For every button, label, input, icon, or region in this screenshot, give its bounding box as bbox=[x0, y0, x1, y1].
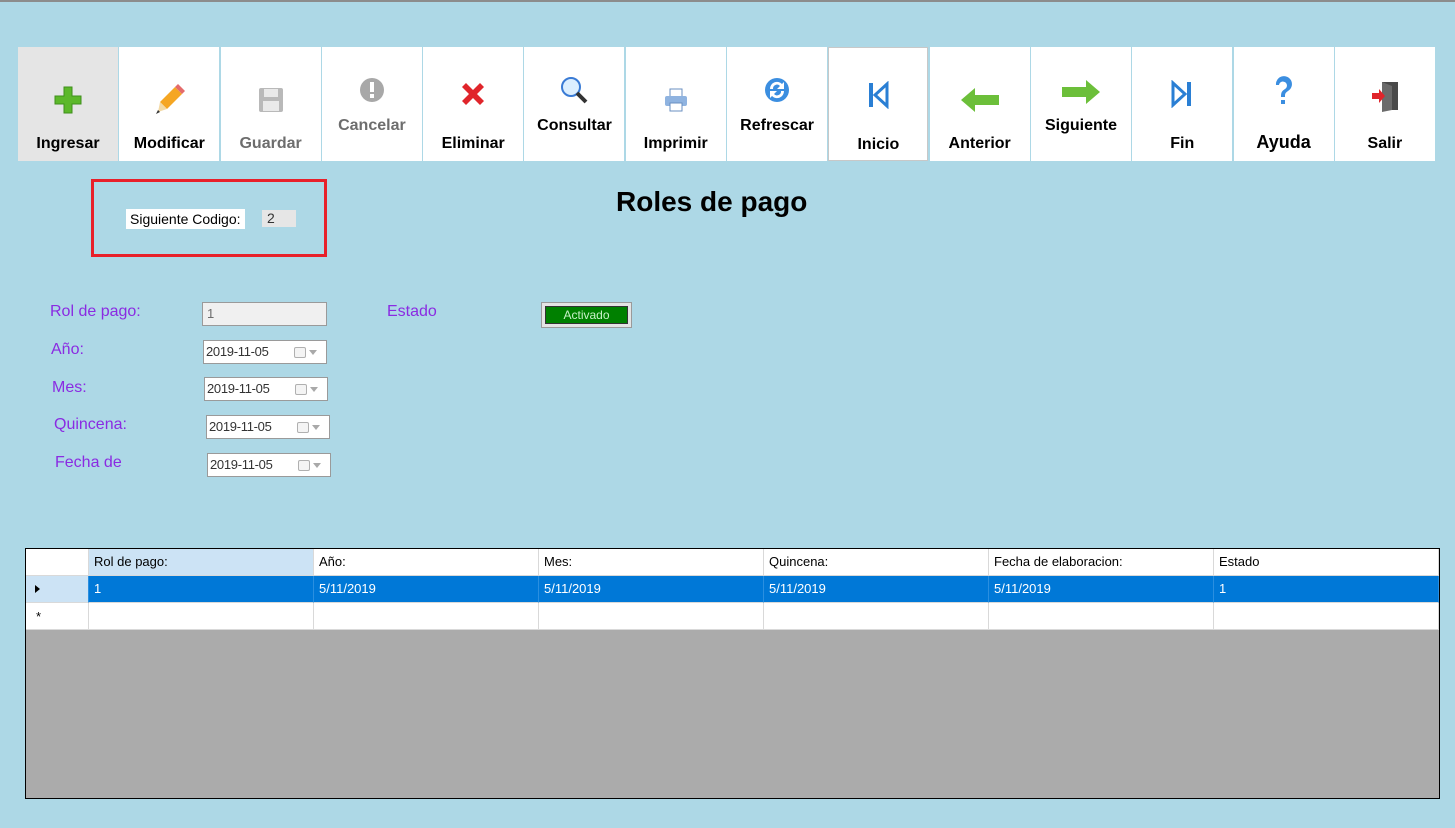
window-top-border bbox=[0, 0, 1455, 2]
chevron-down-icon bbox=[312, 425, 320, 430]
fin-button[interactable]: Fin bbox=[1132, 47, 1233, 161]
modificar-button[interactable]: Modificar bbox=[119, 47, 220, 161]
fecha-label: Fecha de bbox=[55, 454, 122, 471]
row-header[interactable]: * bbox=[26, 603, 89, 630]
estado-toggle[interactable]: Activado bbox=[541, 302, 632, 328]
inicio-button[interactable]: Inicio bbox=[828, 47, 929, 161]
column-header-estado[interactable]: Estado bbox=[1214, 549, 1439, 576]
cancel-icon bbox=[322, 73, 422, 107]
printer-icon bbox=[626, 83, 726, 117]
delete-icon bbox=[423, 77, 523, 111]
rol-de-pago-field[interactable]: 1 bbox=[202, 302, 327, 326]
current-row-icon bbox=[35, 585, 40, 593]
table-cell[interactable]: 5/11/2019 bbox=[989, 576, 1214, 603]
arrow-left-icon bbox=[930, 83, 1030, 117]
anio-label: Año: bbox=[51, 341, 84, 358]
calendar-icon bbox=[294, 347, 306, 358]
save-icon bbox=[221, 83, 321, 117]
quincena-dropdown-button[interactable] bbox=[297, 421, 325, 434]
estado-value: Activado bbox=[545, 306, 628, 324]
guardar-button[interactable]: Guardar bbox=[220, 47, 321, 161]
fecha-date-text: 2019-11-05 bbox=[210, 457, 273, 472]
anio-dropdown-button[interactable] bbox=[294, 346, 322, 359]
siguiente-codigo-label: Siguiente Codigo: bbox=[126, 209, 245, 229]
mes-date-text: 2019-11-05 bbox=[207, 381, 270, 396]
siguiente-codigo-value: 2 bbox=[262, 210, 296, 227]
exit-icon bbox=[1335, 79, 1435, 113]
table-cell[interactable] bbox=[539, 603, 764, 630]
siguiente-button[interactable]: Siguiente bbox=[1030, 47, 1131, 161]
table-cell[interactable] bbox=[989, 603, 1214, 630]
cancelar-button[interactable]: Cancelar bbox=[321, 47, 422, 161]
toolbar: Ingresar Modificar Guardar Cancelar Elim… bbox=[18, 47, 1436, 161]
anio-datepicker[interactable]: 2019-11-05 bbox=[203, 340, 327, 364]
row-header-corner[interactable] bbox=[26, 549, 89, 576]
table-cell[interactable] bbox=[764, 603, 989, 630]
table-cell[interactable]: 5/11/2019 bbox=[539, 576, 764, 603]
table-cell[interactable]: 1 bbox=[1214, 576, 1439, 603]
eliminar-button[interactable]: Eliminar bbox=[423, 47, 524, 161]
help-icon bbox=[1234, 75, 1334, 109]
salir-button[interactable]: Salir bbox=[1334, 47, 1435, 161]
column-header-quincena[interactable]: Quincena: bbox=[764, 549, 989, 576]
table-row[interactable]: 1 5/11/2019 5/11/2019 5/11/2019 5/11/201… bbox=[26, 576, 1439, 603]
first-record-icon bbox=[829, 78, 927, 112]
rol-de-pago-label: Rol de pago: bbox=[50, 303, 141, 320]
refrescar-button[interactable]: Refrescar bbox=[727, 47, 828, 161]
new-row-icon: * bbox=[36, 609, 42, 624]
refresh-icon bbox=[727, 73, 827, 107]
table-cell[interactable] bbox=[1214, 603, 1439, 630]
fecha-dropdown-button[interactable] bbox=[298, 459, 326, 472]
new-row[interactable]: * bbox=[26, 603, 1439, 630]
consultar-button[interactable]: Consultar bbox=[524, 47, 625, 161]
row-header[interactable] bbox=[26, 576, 89, 603]
quincena-label: Quincena: bbox=[54, 416, 127, 433]
imprimir-button[interactable]: Imprimir bbox=[625, 47, 726, 161]
quincena-datepicker[interactable]: 2019-11-05 bbox=[206, 415, 330, 439]
quincena-date-text: 2019-11-05 bbox=[209, 419, 272, 434]
table-cell[interactable] bbox=[89, 603, 314, 630]
ayuda-button[interactable]: Ayuda bbox=[1233, 47, 1334, 161]
column-header-mes[interactable]: Mes: bbox=[539, 549, 764, 576]
mes-datepicker[interactable]: 2019-11-05 bbox=[204, 377, 328, 401]
column-header-fecha-elaboracion[interactable]: Fecha de elaboracion: bbox=[989, 549, 1214, 576]
calendar-icon bbox=[298, 460, 310, 471]
calendar-icon bbox=[297, 422, 309, 433]
chevron-down-icon bbox=[309, 350, 317, 355]
fecha-datepicker[interactable]: 2019-11-05 bbox=[207, 453, 331, 477]
chevron-down-icon bbox=[310, 387, 318, 392]
last-record-icon bbox=[1132, 77, 1232, 111]
chevron-down-icon bbox=[313, 463, 321, 468]
column-header-anio[interactable]: Año: bbox=[314, 549, 539, 576]
ingresar-button[interactable]: Ingresar bbox=[18, 47, 118, 161]
mes-dropdown-button[interactable] bbox=[295, 383, 323, 396]
table-cell[interactable] bbox=[314, 603, 539, 630]
calendar-icon bbox=[295, 384, 307, 395]
anio-date-text: 2019-11-05 bbox=[206, 344, 269, 359]
arrow-right-icon bbox=[1031, 75, 1131, 109]
plus-icon bbox=[18, 83, 118, 117]
mes-label: Mes: bbox=[52, 379, 87, 396]
table-cell[interactable]: 5/11/2019 bbox=[314, 576, 539, 603]
estado-label: Estado bbox=[387, 303, 437, 320]
column-header-rol[interactable]: Rol de pago: bbox=[89, 549, 314, 576]
roles-grid[interactable]: Rol de pago: Año: Mes: Quincena: Fecha d… bbox=[25, 548, 1440, 799]
pencil-icon bbox=[119, 83, 219, 117]
grid-header-row: Rol de pago: Año: Mes: Quincena: Fecha d… bbox=[26, 549, 1439, 576]
page-title: Roles de pago bbox=[616, 186, 808, 217]
table-cell[interactable]: 1 bbox=[89, 576, 314, 603]
search-icon bbox=[524, 73, 624, 107]
anterior-button[interactable]: Anterior bbox=[929, 47, 1030, 161]
table-cell[interactable]: 5/11/2019 bbox=[764, 576, 989, 603]
